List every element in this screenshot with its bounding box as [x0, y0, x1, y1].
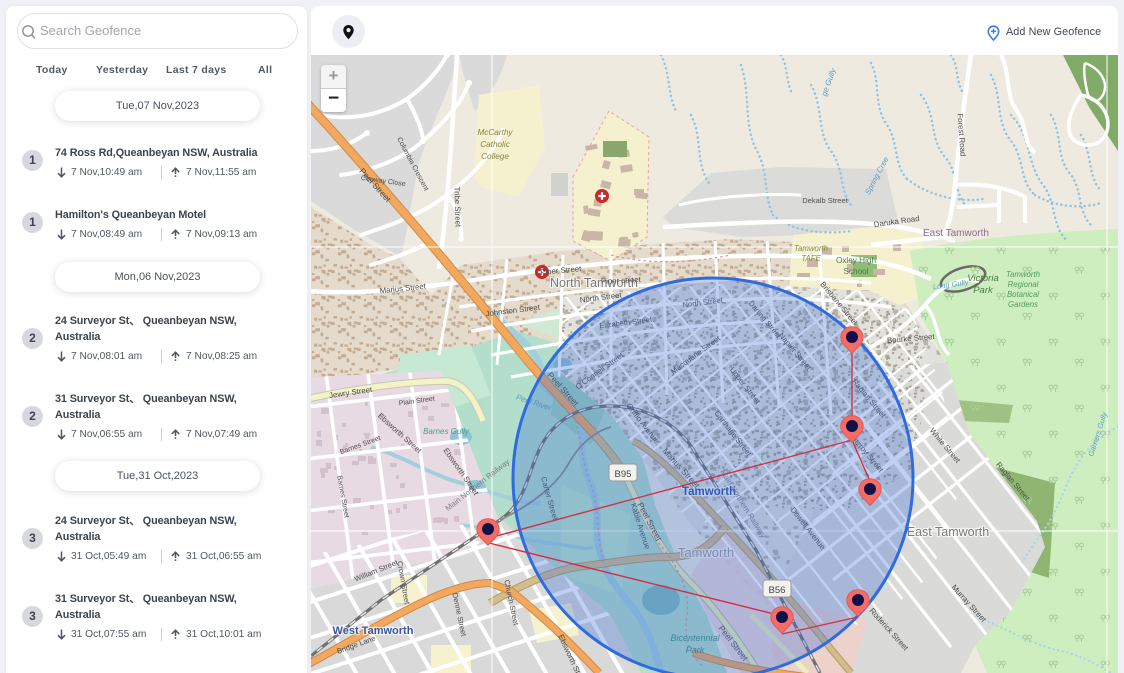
- svg-text:Oxley High: Oxley High: [836, 256, 876, 265]
- svg-text:Victoria: Victoria: [967, 273, 999, 284]
- svg-text:College: College: [481, 152, 509, 161]
- svg-text:Dekalb Street: Dekalb Street: [802, 196, 848, 205]
- svg-text:School: School: [843, 267, 868, 276]
- svg-text:Catholic: Catholic: [480, 140, 510, 149]
- svg-text:Botanical: Botanical: [1007, 290, 1039, 299]
- svg-text:McCarthy: McCarthy: [477, 128, 513, 137]
- svg-text:East Tamworth: East Tamworth: [907, 525, 989, 539]
- svg-text:Park: Park: [973, 285, 994, 296]
- svg-text:Tribe Street: Tribe Street: [452, 187, 462, 229]
- svg-text:Regional: Regional: [1008, 280, 1039, 289]
- svg-text:Tamworth: Tamworth: [794, 244, 828, 253]
- svg-text:East Tamworth: East Tamworth: [923, 228, 989, 239]
- svg-text:B95: B95: [615, 469, 632, 480]
- svg-text:B56: B56: [769, 585, 786, 596]
- svg-text:TAFE: TAFE: [801, 254, 821, 263]
- svg-text:Barnes Gully: Barnes Gully: [423, 427, 470, 436]
- svg-text:Gardens: Gardens: [1008, 300, 1038, 309]
- svg-text:Tamworth: Tamworth: [1006, 270, 1040, 279]
